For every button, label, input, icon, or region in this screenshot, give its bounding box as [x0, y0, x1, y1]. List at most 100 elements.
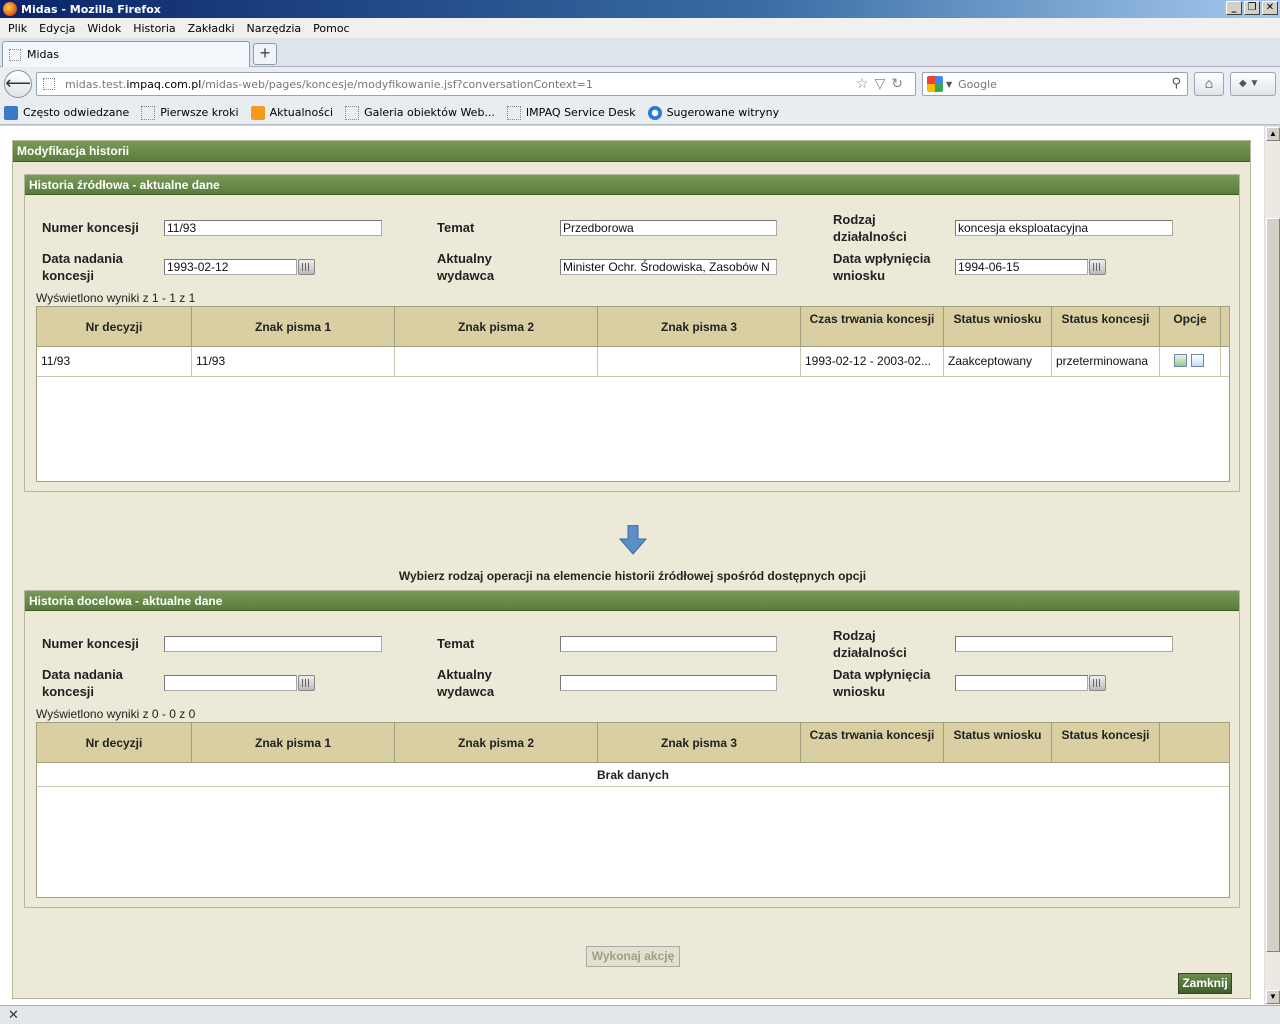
- col-znak-pisma-2[interactable]: Znak pisma 2: [395, 723, 598, 762]
- bookmark-aktualnosci[interactable]: Aktualności: [250, 105, 333, 120]
- site-identity-icon[interactable]: [43, 78, 55, 90]
- cell-czas-trwania: 1993-02-12 - 2003-02...: [801, 347, 944, 376]
- col-status-koncesji[interactable]: Status koncesji: [1052, 307, 1160, 346]
- back-button[interactable]: ⟵: [4, 70, 32, 98]
- target-rodzaj-field[interactable]: [955, 636, 1173, 652]
- table-row[interactable]: 11/93 11/93 1993-02-12 - 2003-02... Zaak…: [37, 347, 1229, 377]
- target-section-title: Historia docelowa - aktualne dane: [25, 591, 1239, 611]
- calendar-icon[interactable]: [298, 675, 315, 691]
- col-znak-pisma-1[interactable]: Znak pisma 1: [192, 723, 395, 762]
- menu-edycja[interactable]: Edycja: [33, 22, 81, 35]
- copy-to-target-icon[interactable]: [1174, 354, 1187, 367]
- calendar-icon[interactable]: [1089, 675, 1106, 691]
- calendar-icon[interactable]: [1089, 259, 1106, 275]
- source-data-wplyniecia-field[interactable]: 1994-06-15: [955, 259, 1088, 275]
- document-icon[interactable]: [1191, 354, 1204, 367]
- url-path: /midas-web/pages/koncesje/modyfikowanie.…: [201, 77, 593, 91]
- menu-historia[interactable]: Historia: [127, 22, 181, 35]
- bookmark-pierwsze-kroki[interactable]: Pierwsze kroki: [141, 105, 239, 120]
- col-nr-decyzji[interactable]: Nr decyzji: [37, 307, 192, 346]
- source-numer-koncesji-field[interactable]: 11/93: [164, 220, 382, 236]
- bookmark-label: Pierwsze kroki: [160, 106, 239, 119]
- col-status-wniosku[interactable]: Status wniosku: [944, 307, 1052, 346]
- target-data-nadania-field[interactable]: [164, 675, 297, 691]
- col-znak-pisma-3[interactable]: Znak pisma 3: [598, 723, 801, 762]
- scroll-up-button[interactable]: ▲: [1266, 127, 1280, 141]
- bookmark-label: IMPAQ Service Desk: [525, 106, 636, 119]
- menu-zakladki[interactable]: Zakładki: [182, 22, 241, 35]
- vertical-scrollbar[interactable]: ▲ ▼: [1264, 126, 1280, 1005]
- calendar-icon[interactable]: [298, 259, 315, 275]
- table-header: Nr decyzji Znak pisma 1 Znak pisma 2 Zna…: [37, 307, 1229, 347]
- menu-widok[interactable]: Widok: [81, 22, 127, 35]
- target-numer-koncesji-field[interactable]: [164, 636, 382, 652]
- tab-midas[interactable]: Midas: [2, 41, 250, 67]
- google-icon[interactable]: [927, 76, 943, 92]
- target-data-wplyniecia-field[interactable]: [955, 675, 1088, 691]
- close-button[interactable]: Zamknij: [1178, 973, 1232, 994]
- cell-status-koncesji: przeterminowana: [1052, 347, 1160, 376]
- no-data-message: Brak danych: [37, 763, 1229, 787]
- target-form: Numer koncesji Temat Rodzaj działalności…: [25, 611, 1239, 723]
- col-znak-pisma-3[interactable]: Znak pisma 3: [598, 307, 801, 346]
- target-results-table: Nr decyzji Znak pisma 1 Znak pisma 2 Zna…: [36, 722, 1230, 898]
- window-title: Midas - Mozilla Firefox: [21, 2, 161, 16]
- source-data-nadania-field[interactable]: 1993-02-12: [164, 259, 297, 275]
- window-controls: _ ❐ ✕: [1226, 1, 1278, 15]
- label-data-wplyniecia: Data wpłynięcia wniosku: [833, 251, 931, 283]
- modify-history-panel: Modyfikacja historii Historia źródłowa -…: [12, 140, 1251, 999]
- scrollbar-thumb[interactable]: [1266, 218, 1280, 952]
- bookmark-impaq-service-desk[interactable]: IMPAQ Service Desk: [506, 105, 636, 120]
- dropdown-icon[interactable]: ▽: [874, 76, 891, 92]
- scroll-down-button[interactable]: ▼: [1266, 990, 1280, 1004]
- maximize-button[interactable]: ❐: [1244, 1, 1260, 15]
- close-window-button[interactable]: ✕: [1262, 1, 1278, 15]
- home-button[interactable]: ⌂: [1194, 72, 1224, 96]
- col-znak-pisma-2[interactable]: Znak pisma 2: [395, 307, 598, 346]
- search-icon[interactable]: ⚲: [1171, 76, 1181, 91]
- menu-narzedzia[interactable]: Narzędzia: [241, 22, 308, 35]
- search-box[interactable]: ▼ Google ⚲: [922, 72, 1188, 96]
- col-status-koncesji[interactable]: Status koncesji: [1052, 723, 1160, 762]
- label-data-nadania: Data nadania koncesji: [42, 251, 123, 283]
- page-icon: [506, 105, 521, 120]
- col-czas-trwania[interactable]: Czas trwania koncesji: [801, 723, 944, 762]
- firefox-icon: [3, 2, 17, 16]
- label-rodzaj-dzialalnosci: Rodzaj działalności: [833, 212, 907, 244]
- col-czas-trwania[interactable]: Czas trwania koncesji: [801, 307, 944, 346]
- row-spacer: [1221, 347, 1229, 376]
- menu-pomoc[interactable]: Pomoc: [307, 22, 355, 35]
- new-tab-button[interactable]: +: [253, 43, 277, 65]
- menu-plik[interactable]: Plik: [2, 22, 33, 35]
- chevron-down-icon[interactable]: ▼: [946, 80, 952, 89]
- bookmark-label: Sugerowane witryny: [666, 106, 780, 119]
- page-viewport: Modyfikacja historii Historia źródłowa -…: [0, 126, 1264, 1005]
- minimize-button[interactable]: _: [1226, 1, 1242, 15]
- col-status-wniosku[interactable]: Status wniosku: [944, 723, 1052, 762]
- home-icon: ⌂: [1204, 75, 1214, 91]
- label-aktualny-wydawca: Aktualny wydawca: [437, 251, 495, 283]
- source-form: Numer koncesji 11/93 Temat Przedborowa R…: [25, 195, 1239, 307]
- back-arrow-icon: ⟵: [5, 73, 31, 93]
- reload-icon[interactable]: ↻: [891, 76, 909, 92]
- window-title-bar: Midas - Mozilla Firefox _ ❐ ✕: [0, 0, 1280, 18]
- addon-button[interactable]: ◆ ▼: [1230, 72, 1276, 96]
- source-temat-field[interactable]: Przedborowa: [560, 220, 777, 236]
- url-bar[interactable]: midas.test. impaq.com.pl/midas-web/pages/…: [36, 72, 916, 96]
- label-numer-koncesji: Numer koncesji: [42, 636, 139, 651]
- close-addon-bar-icon[interactable]: ✕: [8, 1007, 19, 1022]
- execute-action-button[interactable]: Wykonaj akcję: [586, 946, 680, 967]
- bookmark-galeria[interactable]: Galeria obiektów Web...: [345, 105, 495, 120]
- url-bar-actions: ☆▽↻: [856, 76, 909, 92]
- col-nr-decyzji[interactable]: Nr decyzji: [37, 723, 192, 762]
- col-znak-pisma-1[interactable]: Znak pisma 1: [192, 307, 395, 346]
- source-wydawca-field[interactable]: Minister Ochr. Środowiska, Zasobów N: [560, 259, 777, 275]
- target-temat-field[interactable]: [560, 636, 777, 652]
- ie-icon: [647, 105, 662, 120]
- arrow-down-icon: [619, 525, 647, 555]
- source-rodzaj-field[interactable]: koncesja eksploatacyjna: [955, 220, 1173, 236]
- bookmark-star-icon[interactable]: ☆: [856, 76, 875, 92]
- target-wydawca-field[interactable]: [560, 675, 777, 691]
- bookmark-sugerowane-witryny[interactable]: Sugerowane witryny: [647, 105, 780, 120]
- bookmark-czesto-odwiedzane[interactable]: Często odwiedzane: [4, 105, 129, 120]
